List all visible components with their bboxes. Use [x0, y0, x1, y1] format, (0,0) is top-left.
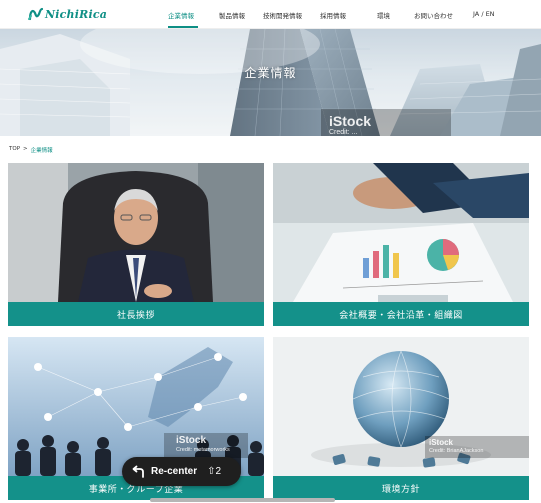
card-watermark-credit: Credit: BrianAJackson	[429, 448, 484, 454]
card-president-message[interactable]: 社長挨拶	[8, 163, 264, 326]
card-company-overview[interactable]: 会社概要・会社沿革・組織図	[273, 163, 529, 326]
return-arrow-icon	[132, 465, 144, 478]
nav-item-environment[interactable]: 環境	[377, 10, 390, 20]
site-header: NichiRica 企業情報 製品情報 技術開発情報 採用情報 環境 お問い合わ…	[0, 0, 541, 29]
card-environment-policy[interactable]: iStock Credit: BrianAJackson 環境方針	[273, 337, 529, 500]
nav-item-contact[interactable]: お問い合わせ	[414, 10, 453, 20]
card-watermark: iStock	[176, 435, 207, 446]
network-japan-photo	[8, 337, 264, 476]
logo-mark-icon	[28, 7, 44, 21]
card-watermark-credit: Credit: metamorworks	[176, 447, 230, 453]
brand-name: NichiRica	[45, 7, 108, 21]
breadcrumb-current: 企業情報	[30, 148, 53, 154]
recenter-shortcut: ⇧2	[207, 466, 222, 477]
nav-item-recruit[interactable]: 採用情報	[320, 10, 346, 20]
breadcrumb-home[interactable]: TOP	[9, 146, 20, 154]
brand-logo[interactable]: NichiRica	[28, 6, 107, 22]
president-photo	[8, 163, 264, 302]
hero-watermark-credit: Credit: ...	[329, 129, 358, 136]
recenter-button[interactable]: Re-center ⇧2	[122, 457, 241, 486]
card-label-environment: 環境方針	[273, 476, 529, 500]
page-title: 企業情報	[244, 66, 297, 80]
nav-active-indicator	[168, 26, 198, 28]
nav-item-company[interactable]: 企業情報	[168, 10, 194, 20]
hero-watermark: iStock	[329, 113, 372, 129]
hero-overlay	[0, 29, 541, 136]
recenter-label: Re-center	[151, 466, 198, 477]
breadcrumb: TOP > 企業情報	[9, 146, 53, 154]
breadcrumb-separator: >	[23, 146, 28, 152]
business-desk-photo	[273, 163, 529, 302]
hero-banner: iStock Credit: ... 企業情報	[0, 29, 541, 136]
language-switch[interactable]: JA / EN	[473, 10, 495, 18]
horizontal-scrollbar[interactable]	[150, 498, 335, 502]
card-watermark: iStock	[429, 438, 454, 447]
card-label-overview: 会社概要・会社沿革・組織図	[273, 302, 529, 326]
puzzle-globe-photo	[273, 337, 529, 476]
card-label-president: 社長挨拶	[8, 302, 264, 326]
nav-item-tech[interactable]: 技術開発情報	[263, 10, 302, 20]
nav-item-products[interactable]: 製品情報	[219, 10, 245, 20]
